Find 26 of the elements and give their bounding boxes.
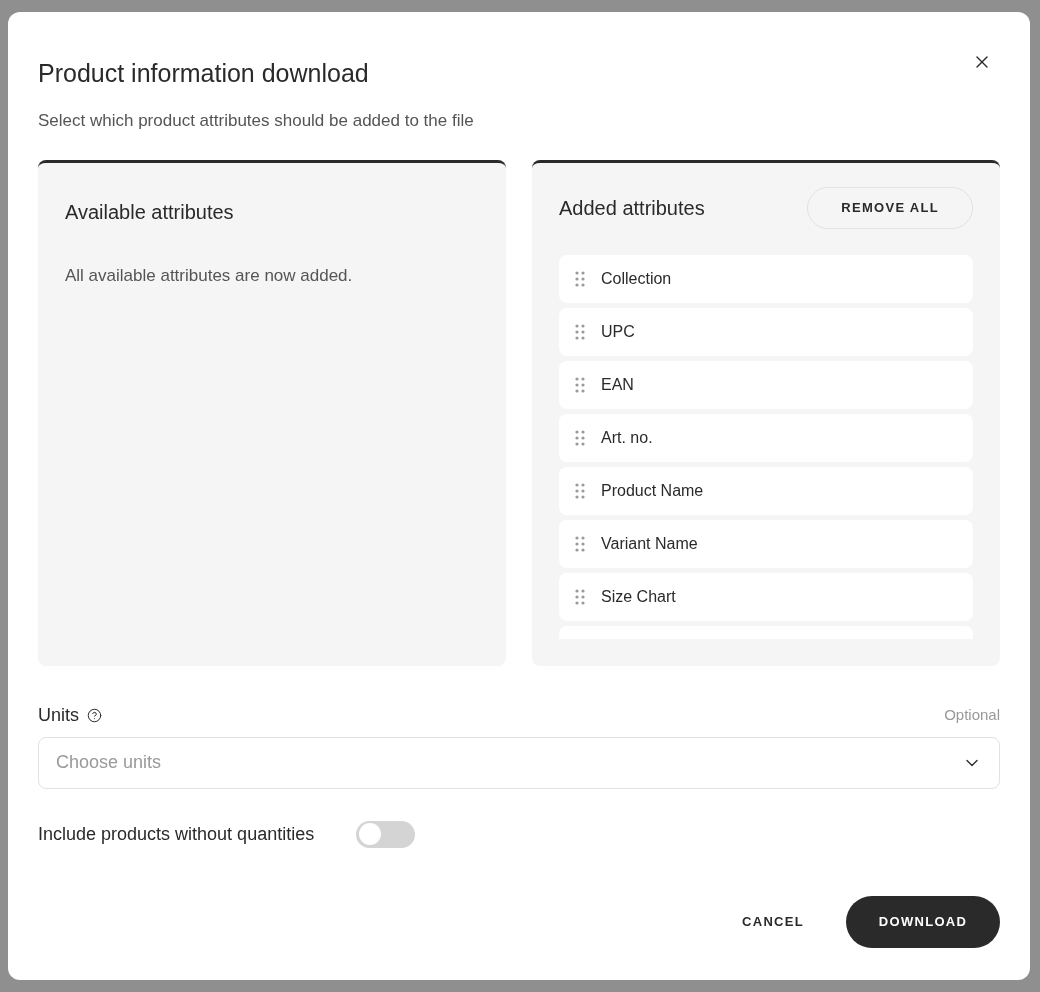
drag-handle-icon[interactable] — [575, 270, 585, 287]
attribute-item[interactable]: Size Chart — [559, 572, 973, 621]
toggle-label: Include products without quantities — [38, 822, 315, 846]
drag-handle-icon[interactable] — [575, 429, 585, 446]
panel-title: Available attributes — [65, 199, 235, 225]
drag-handle-icon[interactable] — [575, 323, 585, 340]
attribute-item[interactable]: Art. no. — [559, 413, 973, 462]
toggle-switch[interactable] — [356, 820, 416, 848]
help-icon[interactable] — [87, 707, 102, 723]
drag-handle-icon[interactable] — [575, 588, 585, 605]
units-label: Units — [38, 703, 79, 727]
dialog-title: Product information download — [38, 58, 369, 89]
download-button[interactable]: DOWNLOAD — [846, 896, 1000, 948]
attribute-item[interactable]: Variant Name — [559, 519, 973, 568]
dialog-subtitle: Select which product attributes should be added to the file — [38, 110, 475, 132]
attribute-item[interactable]: UPC — [559, 307, 973, 356]
drag-handle-icon[interactable] — [575, 535, 585, 552]
drag-handle-icon[interactable] — [575, 376, 585, 393]
optional-label: Optional — [944, 704, 1000, 725]
drag-handle-icon[interactable] — [575, 482, 585, 499]
empty-message: All available attributes are now added. — [65, 264, 354, 287]
attribute-item[interactable]: Collection — [559, 254, 973, 303]
attribute-item[interactable]: EAN — [559, 360, 973, 409]
attribute-item[interactable]: Product Name — [559, 466, 973, 515]
panel-title: Added attributes — [559, 195, 705, 221]
cancel-button[interactable]: CANCEL — [714, 896, 832, 948]
